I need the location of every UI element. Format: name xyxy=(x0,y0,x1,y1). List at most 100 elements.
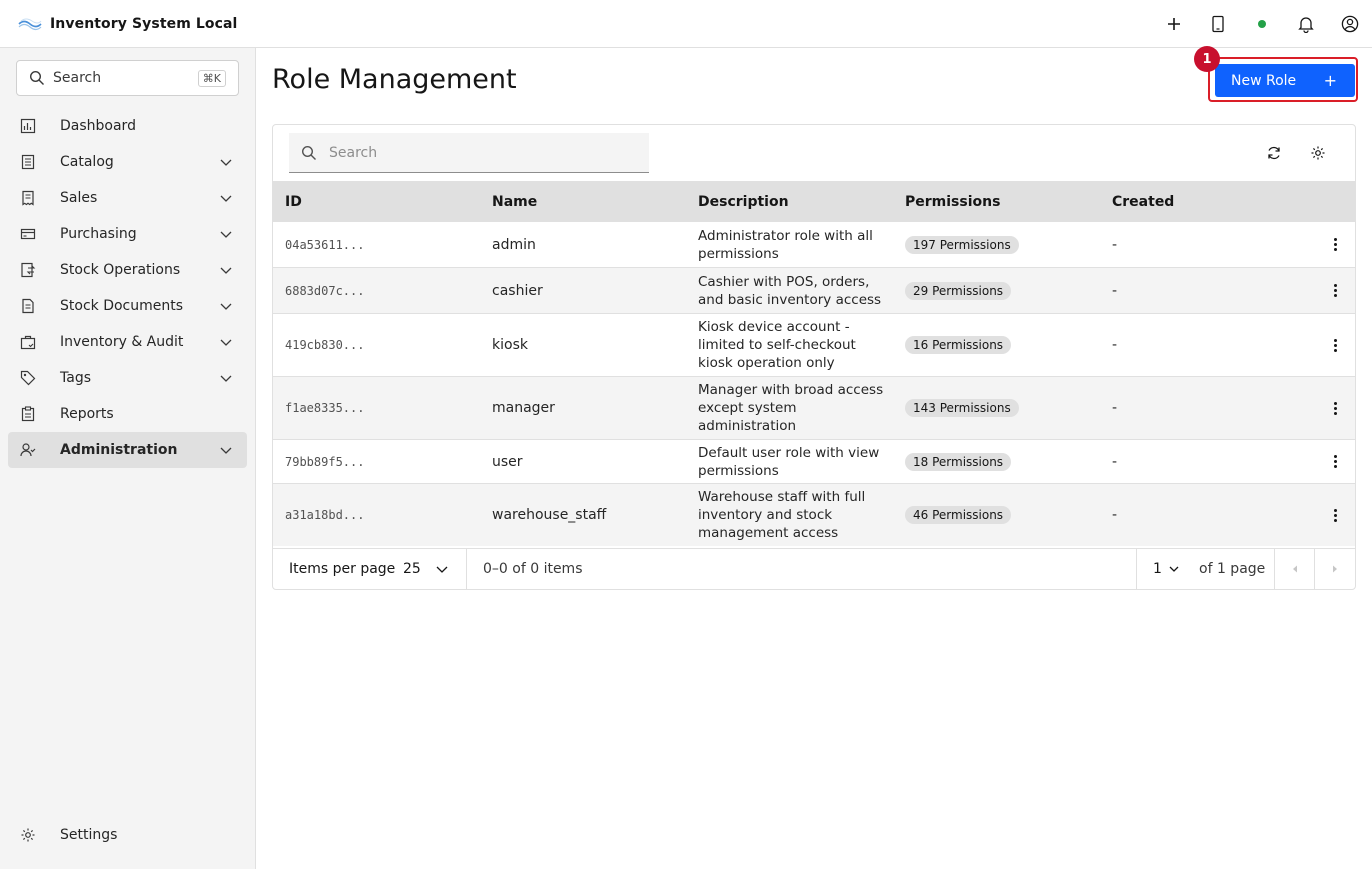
previous-page-button[interactable] xyxy=(1275,549,1315,589)
sidebar-settings-area: Settings xyxy=(8,817,247,853)
inventory-audit-icon xyxy=(20,335,36,350)
column-header-id[interactable]: ID xyxy=(285,194,302,210)
add-icon: + xyxy=(1323,71,1337,90)
annotation-marker: 1 xyxy=(1194,46,1220,72)
notifications-button[interactable] xyxy=(1284,0,1328,48)
gear-icon xyxy=(1311,146,1325,160)
sidebar-item-catalog[interactable]: Catalog xyxy=(8,144,247,180)
catalog-icon xyxy=(21,154,35,170)
table-row[interactable]: 6883d07c... cashier Cashier with POS, or… xyxy=(273,268,1355,313)
cell-id: a31a18bd... xyxy=(285,508,365,522)
top-header: Inventory System Local xyxy=(0,0,1372,48)
items-per-page-select[interactable]: 25 xyxy=(403,561,449,577)
roles-table-card: Search ID Name Description Permissions C… xyxy=(272,124,1356,590)
table-row[interactable]: 79bb89f5... user Default user role with … xyxy=(273,439,1355,484)
table-header: ID Name Description Permissions Created xyxy=(273,182,1355,222)
table-search-input[interactable]: Search xyxy=(289,133,649,173)
device-button[interactable] xyxy=(1196,0,1240,48)
items-per-page-value: 25 xyxy=(403,561,421,577)
cell-created: - xyxy=(1112,507,1118,523)
row-overflow-menu-icon[interactable] xyxy=(1327,454,1343,470)
refresh-button[interactable] xyxy=(1258,137,1290,169)
sidebar-item-inventory-audit[interactable]: Inventory & Audit xyxy=(8,324,247,360)
sidebar-item-settings[interactable]: Settings xyxy=(8,817,247,853)
table-row[interactable]: 04a53611... admin Administrator role wit… xyxy=(273,222,1355,268)
chevron-down-icon xyxy=(220,303,232,310)
sidebar-search-label: Search xyxy=(53,70,102,86)
table-row[interactable]: 419cb830... kiosk Kiosk device account -… xyxy=(273,313,1355,377)
table-row[interactable]: a31a18bd... warehouse_staff Warehouse st… xyxy=(273,484,1355,546)
brand[interactable]: Inventory System Local xyxy=(18,16,237,32)
page-select[interactable]: 1 xyxy=(1153,561,1180,577)
column-header-created[interactable]: Created xyxy=(1112,194,1174,210)
sidebar-item-label: Settings xyxy=(60,827,118,843)
dashboard-icon xyxy=(20,118,36,134)
search-shortcut: ⌘K xyxy=(197,69,226,87)
connection-status xyxy=(1240,0,1284,48)
row-overflow-menu-icon[interactable] xyxy=(1327,507,1343,523)
chevron-down-icon xyxy=(220,231,232,238)
sidebar-item-stock-documents[interactable]: Stock Documents xyxy=(8,288,247,324)
sidebar: Search ⌘K Dashboard Catalog Sales Purcha… xyxy=(0,48,256,869)
cell-description: Cashier with POS, orders, and basic inve… xyxy=(698,273,882,308)
sidebar-item-dashboard[interactable]: Dashboard xyxy=(8,108,247,144)
cell-created: - xyxy=(1112,337,1118,353)
stock-operations-icon xyxy=(21,262,36,278)
cell-id: 04a53611... xyxy=(285,237,365,252)
cell-name: admin xyxy=(492,236,536,253)
row-overflow-menu-icon[interactable] xyxy=(1327,337,1343,353)
sidebar-item-stock-operations[interactable]: Stock Operations xyxy=(8,252,247,288)
sales-icon xyxy=(22,190,34,206)
cell-name: warehouse_staff xyxy=(492,507,607,523)
column-header-permissions[interactable]: Permissions xyxy=(905,194,1000,210)
table-row[interactable]: f1ae8335... manager Manager with broad a… xyxy=(273,377,1355,439)
row-overflow-menu-icon[interactable] xyxy=(1327,237,1343,253)
cell-name: user xyxy=(492,453,523,470)
column-header-name[interactable]: Name xyxy=(492,194,537,210)
items-per-page-label: Items per page xyxy=(289,561,396,577)
sidebar-item-tags[interactable]: Tags xyxy=(8,360,247,396)
cell-name: cashier xyxy=(492,282,543,299)
stock-documents-icon xyxy=(22,298,34,314)
user-menu-button[interactable] xyxy=(1328,0,1372,48)
cell-created: - xyxy=(1112,453,1118,470)
permissions-badge: 197 Permissions xyxy=(905,235,1019,254)
chevron-down-icon xyxy=(436,566,448,573)
permissions-badge: 18 Permissions xyxy=(905,452,1012,471)
sidebar-item-sales[interactable]: Sales xyxy=(8,180,247,216)
cell-created: - xyxy=(1112,236,1118,253)
permissions-badge: 143 Permissions xyxy=(905,399,1019,417)
table-settings-button[interactable] xyxy=(1302,137,1334,169)
caret-left-icon xyxy=(1293,565,1297,573)
new-role-button[interactable]: New Role + xyxy=(1215,64,1355,97)
brand-logo-icon xyxy=(18,18,42,30)
cell-created: - xyxy=(1112,282,1118,299)
chevron-down-icon xyxy=(220,447,232,454)
header-actions xyxy=(1152,0,1372,48)
row-overflow-menu-icon[interactable] xyxy=(1327,283,1343,299)
table-search-placeholder: Search xyxy=(329,144,378,161)
row-overflow-menu-icon[interactable] xyxy=(1327,400,1343,416)
cell-description: Administrator role with all permissions xyxy=(698,227,873,262)
cell-name: manager xyxy=(492,400,555,416)
next-page-button[interactable] xyxy=(1315,549,1355,589)
refresh-icon xyxy=(1268,146,1280,160)
sidebar-item-label: Sales xyxy=(60,190,98,206)
sidebar-item-administration[interactable]: Administration xyxy=(8,432,247,468)
notification-icon xyxy=(1298,17,1314,33)
sidebar-item-reports[interactable]: Reports xyxy=(8,396,247,432)
column-header-description[interactable]: Description xyxy=(698,194,888,210)
sidebar-item-label: Tags xyxy=(60,370,91,386)
add-button[interactable] xyxy=(1152,0,1196,48)
sidebar-search[interactable]: Search ⌘K xyxy=(16,60,239,96)
chevron-down-icon xyxy=(220,339,232,346)
sidebar-item-label: Stock Documents xyxy=(60,298,184,314)
chevron-down-icon xyxy=(1169,566,1179,572)
search-icon xyxy=(29,70,44,85)
sidebar-item-purchasing[interactable]: Purchasing xyxy=(8,216,247,252)
purchasing-icon xyxy=(20,228,36,240)
permissions-badge: 46 Permissions xyxy=(905,506,1012,524)
cell-id: 419cb830... xyxy=(285,338,365,352)
cell-created: - xyxy=(1112,400,1118,416)
table-toolbar: Search xyxy=(273,125,1355,182)
